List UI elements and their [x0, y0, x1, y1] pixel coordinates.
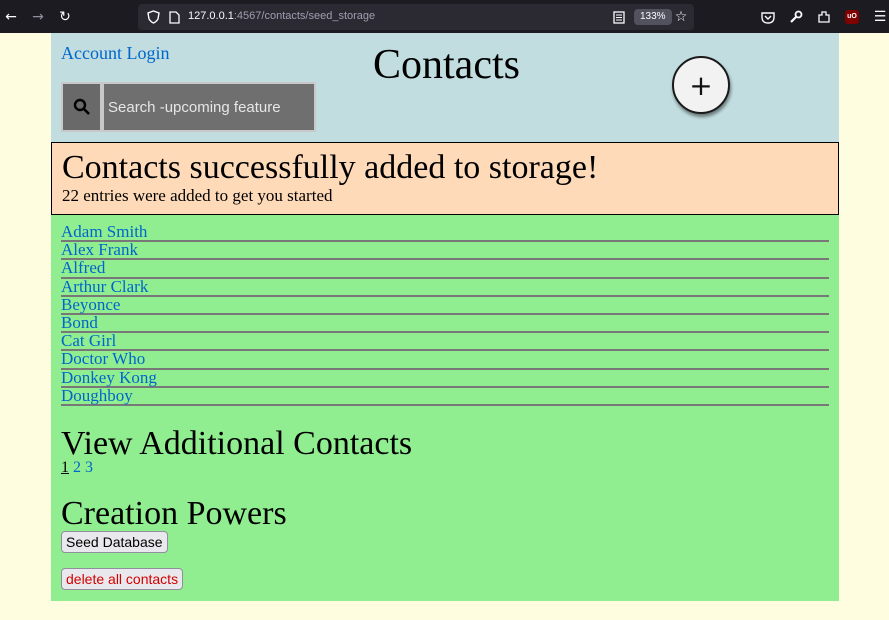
shield-icon[interactable] — [142, 6, 164, 28]
contact-link[interactable]: Adam Smith — [61, 223, 829, 243]
search-placeholder: Search -upcoming feature — [108, 98, 281, 116]
contact-link[interactable]: Cat Girl — [61, 332, 829, 352]
contact-link[interactable]: Alex Frank — [61, 241, 829, 261]
contact-link[interactable]: Alfred — [61, 259, 829, 279]
zoom-level-badge[interactable]: 133% — [634, 9, 672, 25]
contact-link[interactable]: Bond — [61, 314, 829, 334]
additional-contacts-heading: View Additional Contacts — [61, 425, 413, 462]
pagination: 123 — [61, 459, 97, 477]
ublock-icon[interactable]: uO — [845, 10, 859, 24]
contact-link[interactable]: Donkey Kong — [61, 368, 829, 388]
flash-message: Contacts successfully added to storage! … — [51, 142, 839, 215]
contact-link[interactable]: Arthur Clark — [61, 277, 829, 297]
page-content: Account Login Contacts + Search -upcomin… — [51, 33, 839, 601]
search-icon — [73, 98, 90, 115]
reader-view-icon[interactable] — [608, 6, 630, 28]
contact-list: Adam Smith Alex Frank Alfred Arthur Clar… — [61, 223, 829, 406]
pocket-icon[interactable] — [757, 6, 779, 28]
flash-subtitle: 22 entries were added to get you started — [62, 186, 333, 205]
url-host: 127.0.0.1 — [188, 10, 234, 22]
add-contact-button[interactable]: + — [672, 56, 730, 114]
header: Account Login Contacts + Search -upcomin… — [51, 33, 839, 142]
contact-link[interactable]: Beyonce — [61, 296, 829, 315]
url-text[interactable]: 127.0.0.1:4567/contacts/seed_storage — [188, 10, 375, 22]
search-input[interactable]: Search -upcoming feature — [102, 82, 316, 132]
page-title: Contacts — [373, 42, 520, 88]
flash-title: Contacts successfully added to storage! — [62, 149, 599, 186]
contact-link[interactable]: Doughboy — [61, 387, 829, 406]
forward-icon[interactable]: → — [27, 6, 49, 28]
back-icon[interactable]: ← — [0, 6, 22, 28]
bookmark-star-icon[interactable]: ☆ — [670, 6, 692, 28]
page-icon[interactable] — [163, 6, 185, 28]
browser-toolbar: ← → ↻ 127.0.0.1:4567/contacts/seed_stora… — [0, 0, 889, 33]
search-button[interactable] — [61, 82, 102, 132]
extensions-icon[interactable] — [813, 6, 835, 28]
account-login-link[interactable]: Account Login — [61, 43, 169, 64]
wrench-icon[interactable] — [785, 6, 807, 28]
creation-powers-heading: Creation Powers — [61, 495, 287, 532]
page-link-1[interactable]: 1 — [61, 459, 69, 476]
url-path: :4567/contacts/seed_storage — [233, 10, 376, 22]
menu-icon[interactable]: ☰ — [869, 6, 889, 28]
plus-icon: + — [689, 68, 713, 102]
url-bar[interactable]: 127.0.0.1:4567/contacts/seed_storage 133… — [138, 4, 694, 30]
contact-link[interactable]: Doctor Who — [61, 350, 829, 370]
reload-icon[interactable]: ↻ — [54, 6, 76, 28]
delete-all-contacts-button[interactable]: delete all contacts — [61, 568, 184, 590]
page-link-2[interactable]: 2 — [73, 459, 81, 476]
seed-database-button[interactable]: Seed Database — [61, 531, 168, 553]
page-link-3[interactable]: 3 — [85, 459, 93, 476]
